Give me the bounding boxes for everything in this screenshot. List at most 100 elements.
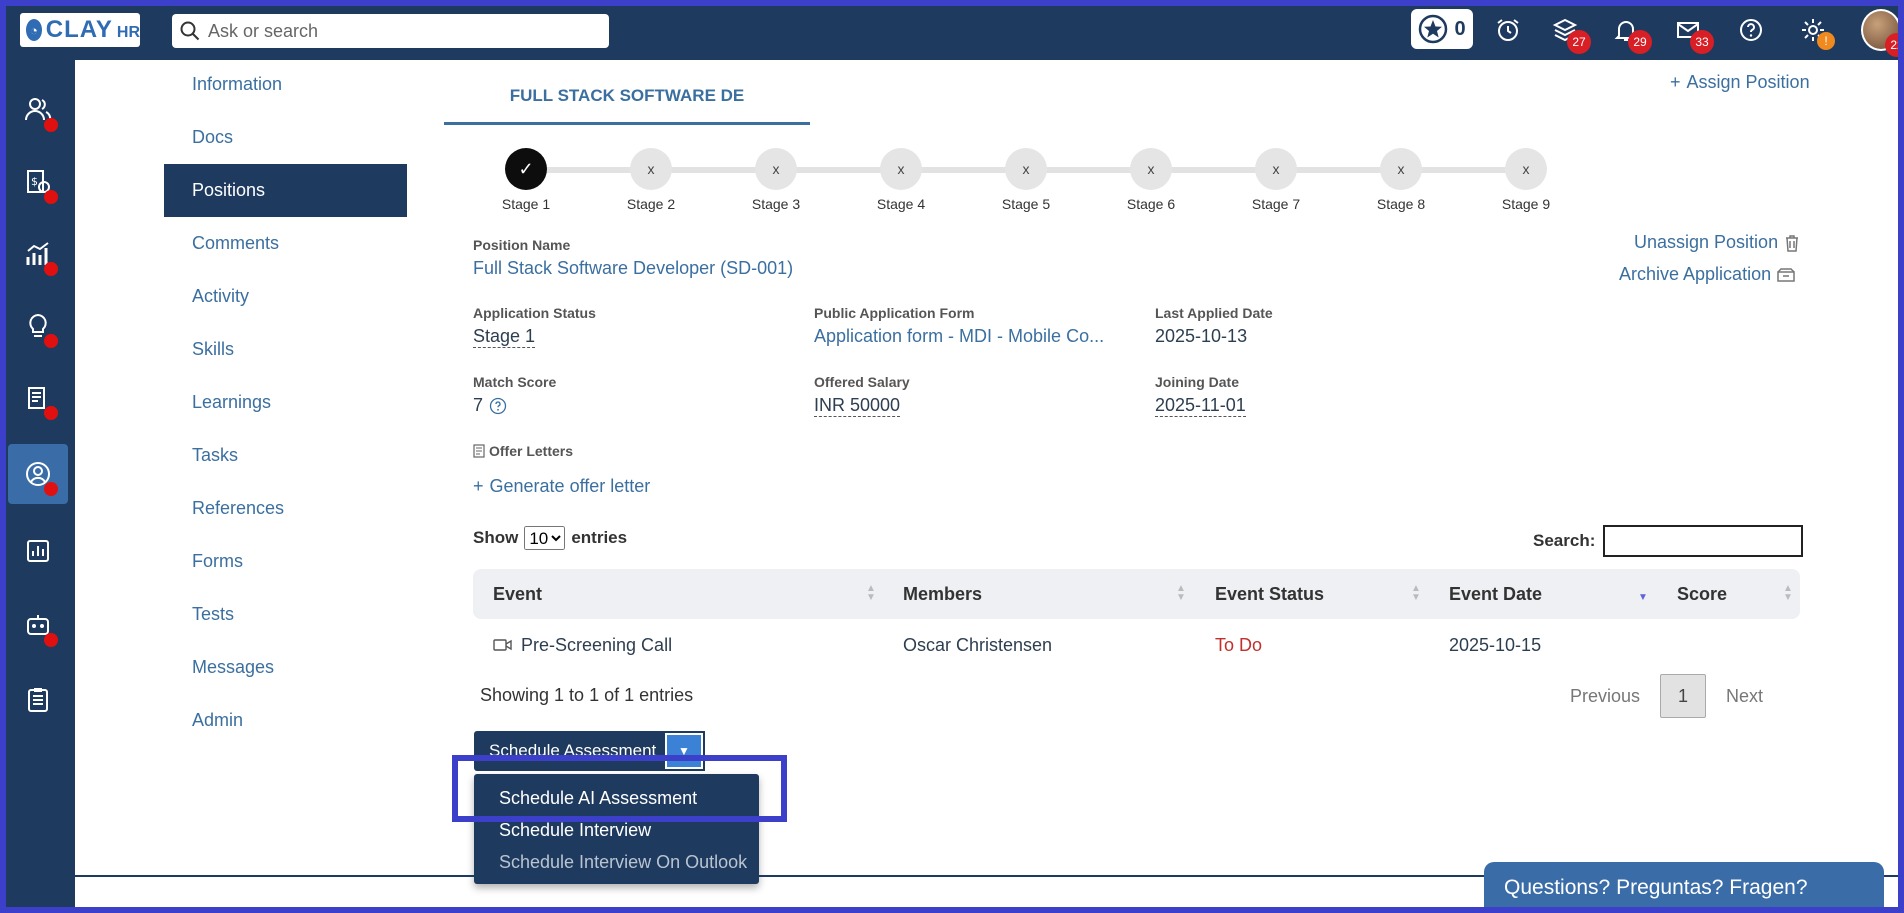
alert-dot	[44, 118, 58, 132]
table-row[interactable]: Pre-Screening Call Oscar Christensen To …	[473, 620, 1800, 670]
notifications-button[interactable]: 29	[1610, 14, 1652, 54]
stage-label: Stage 2	[626, 196, 676, 212]
subnav-item-activity[interactable]: Activity	[164, 270, 407, 323]
page-size-select[interactable]: 10	[524, 526, 566, 550]
table-search: Search:	[1533, 525, 1804, 557]
alert-dot	[44, 633, 58, 647]
offer-letters-label: Offer Letters	[489, 443, 574, 459]
subnav-item-positions[interactable]: Positions	[164, 164, 407, 217]
subnav-item-docs[interactable]: Docs	[164, 111, 407, 164]
next-button[interactable]: Next	[1726, 686, 1763, 707]
logo-sub: HR	[116, 24, 140, 41]
column-score[interactable]: Score	[1677, 569, 1727, 619]
subnav-item-forms[interactable]: Forms	[164, 535, 407, 588]
sidebar-checklist[interactable]	[8, 670, 68, 730]
application-status-value[interactable]: Stage 1	[473, 326, 536, 348]
sort-icon[interactable]: ▲ ▼	[866, 584, 876, 603]
sort-desc-icon[interactable]: ▼	[1638, 584, 1648, 603]
messages-button[interactable]: 33	[1672, 14, 1714, 54]
sidebar-people[interactable]	[8, 80, 68, 140]
stage-check-icon: ✓	[505, 148, 547, 190]
assign-position-link[interactable]: + Assign Position	[1670, 72, 1810, 93]
column-members[interactable]: Members	[903, 569, 982, 619]
tab-position[interactable]: FULL STACK SOFTWARE DE	[444, 70, 810, 125]
stage-2[interactable]: x Stage 2	[601, 148, 701, 212]
alarm-button[interactable]	[1492, 14, 1524, 46]
subnav-item-comments[interactable]: Comments	[164, 217, 407, 270]
entries-label: entries	[571, 528, 628, 547]
clayhr-logo[interactable]: ◔ CLAY HR	[20, 13, 140, 47]
archive-icon	[1777, 267, 1795, 282]
search-icon	[180, 21, 200, 41]
stage-8[interactable]: x Stage 8	[1351, 148, 1451, 212]
highlight-box	[452, 755, 787, 822]
learning-button[interactable]: 27	[1549, 14, 1591, 54]
joining-date-value[interactable]: 2025-11-01	[1155, 395, 1246, 417]
sidebar-ideas[interactable]	[8, 296, 68, 356]
assign-position-label: Assign Position	[1686, 72, 1810, 92]
position-name-label: Position Name	[473, 237, 571, 253]
sidebar-reports[interactable]	[8, 521, 68, 581]
event-name[interactable]: Pre-Screening Call	[521, 635, 672, 656]
question-circle-icon[interactable]	[489, 397, 507, 415]
candidate-subnav: Information Docs Positions Comments Acti…	[164, 58, 407, 747]
alert-dot	[44, 482, 58, 496]
svg-text:$: $	[31, 175, 38, 188]
stage-x-icon: x	[880, 148, 922, 190]
column-event-date[interactable]: Event Date	[1449, 569, 1542, 619]
subnav-item-tasks[interactable]: Tasks	[164, 429, 407, 482]
points-button[interactable]: 0	[1411, 9, 1473, 49]
page-size-control: Show 10 entries	[473, 526, 627, 550]
settings-button[interactable]: !	[1797, 14, 1835, 50]
stage-3[interactable]: x Stage 3	[726, 148, 826, 212]
stage-5[interactable]: x Stage 5	[976, 148, 1076, 212]
subnav-item-references[interactable]: References	[164, 482, 407, 535]
subnav-item-messages[interactable]: Messages	[164, 641, 407, 694]
search-input[interactable]	[208, 20, 588, 42]
last-applied-value: 2025-10-13	[1155, 326, 1248, 346]
sort-icon[interactable]: ▲ ▼	[1176, 584, 1186, 603]
generate-offer-link[interactable]: + Generate offer letter	[473, 476, 650, 497]
sort-icon[interactable]: ▲ ▼	[1411, 584, 1421, 603]
public-form-link[interactable]: Application form - MDI - Mobile Co...	[814, 326, 1104, 347]
table-header: Event ▲ ▼ Members ▲ ▼ Event Status ▲ ▼ Even…	[473, 569, 1800, 619]
subnav-item-tests[interactable]: Tests	[164, 588, 407, 641]
subnav-item-information[interactable]: Information	[164, 58, 407, 111]
stage-tracker: ✓ Stage 1 x Stage 2 x Stage 3 x Stage 4 …	[500, 148, 1550, 218]
table-search-label: Search:	[1533, 531, 1596, 550]
global-search[interactable]	[172, 14, 609, 48]
stage-6[interactable]: x Stage 6	[1101, 148, 1201, 212]
stage-4[interactable]: x Stage 4	[851, 148, 951, 212]
stage-7[interactable]: x Stage 7	[1226, 148, 1326, 212]
menu-item-schedule-interview-outlook[interactable]: Schedule Interview On Outlook	[474, 846, 759, 878]
help-widget[interactable]: Questions? Preguntas? Fragen?	[1484, 862, 1884, 913]
previous-button[interactable]: Previous	[1570, 686, 1640, 707]
sort-icon[interactable]: ▲ ▼	[1783, 584, 1793, 603]
offered-salary-value[interactable]: INR 50000	[814, 395, 901, 417]
sidebar-bots[interactable]	[8, 595, 68, 655]
subnav-item-learnings[interactable]: Learnings	[164, 376, 407, 429]
user-avatar[interactable]: 22	[1861, 9, 1904, 57]
trash-icon	[1786, 234, 1799, 252]
table-search-input[interactable]	[1603, 525, 1804, 557]
archive-application-link[interactable]: Archive Application	[1619, 264, 1795, 285]
unassign-position-link[interactable]: Unassign Position	[1634, 232, 1800, 253]
sidebar-recruit[interactable]	[8, 444, 68, 504]
alert-dot	[44, 190, 58, 204]
column-event-status[interactable]: Event Status	[1215, 569, 1324, 619]
stage-label: Stage 7	[1251, 196, 1301, 212]
stage-9[interactable]: x Stage 9	[1476, 148, 1576, 212]
sidebar-documents[interactable]	[8, 368, 68, 428]
help-button[interactable]	[1735, 14, 1767, 46]
position-name-link[interactable]: Full Stack Software Developer (SD-001)	[473, 258, 793, 279]
sidebar-performance[interactable]	[8, 224, 68, 284]
page-button[interactable]: 1	[1660, 674, 1707, 718]
sidebar-payroll[interactable]: $	[8, 152, 68, 212]
avatar-badge: 22	[1885, 33, 1904, 57]
stage-label: Stage 8	[1376, 196, 1426, 212]
subnav-item-skills[interactable]: Skills	[164, 323, 407, 376]
column-event[interactable]: Event	[493, 569, 542, 619]
subnav-item-admin[interactable]: Admin	[164, 694, 407, 747]
stage-1[interactable]: ✓ Stage 1	[476, 148, 576, 212]
top-bar: ◔ CLAY HR 0 27 29 33 ! 22	[0, 0, 1904, 60]
